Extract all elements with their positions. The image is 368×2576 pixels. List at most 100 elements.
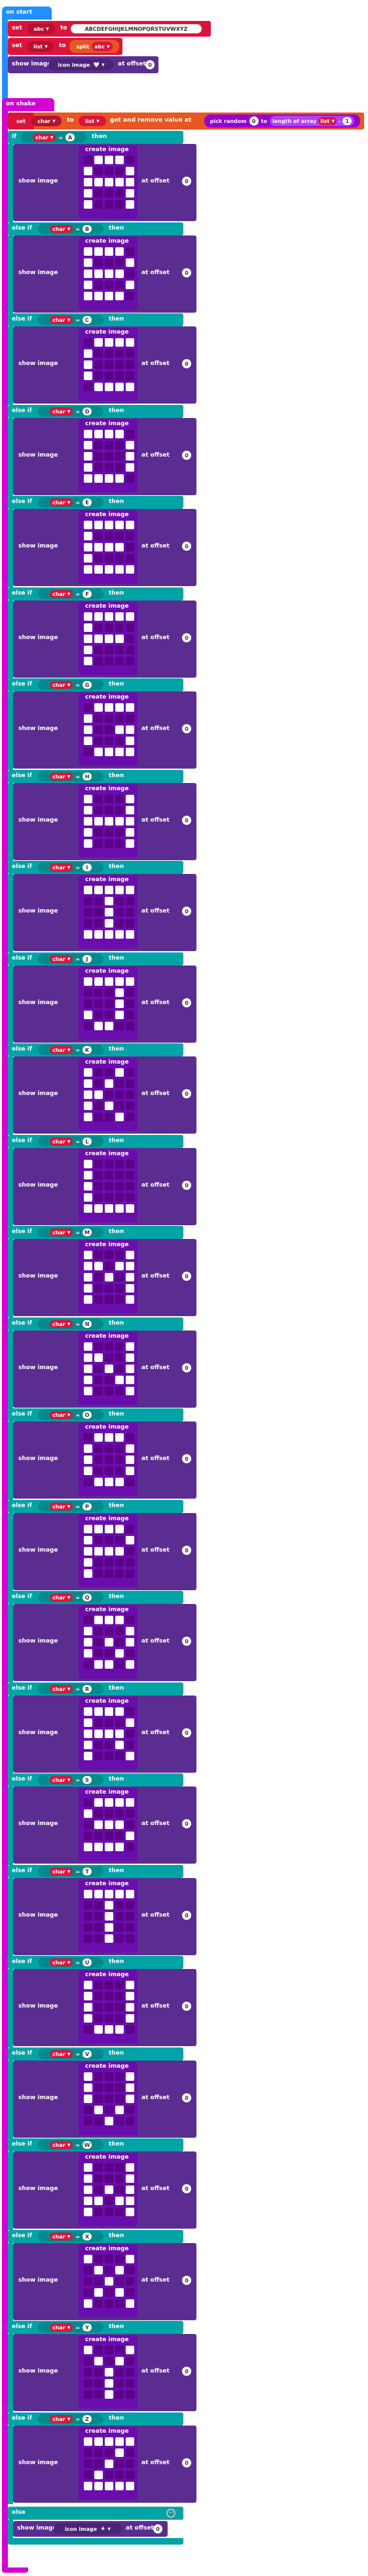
else-if-header[interactable]: else if char ▼ = Xthen <box>8 2230 183 2243</box>
create-image-block[interactable]: create image <box>79 419 138 493</box>
led-off[interactable] <box>126 1707 134 1716</box>
led-matrix[interactable] <box>84 1798 136 1851</box>
create-image-block[interactable]: create image <box>79 2427 138 2500</box>
led-on[interactable] <box>94 383 103 391</box>
offset-input[interactable]: 0 <box>182 1089 191 1098</box>
led-on[interactable] <box>115 1741 124 1749</box>
led-matrix[interactable] <box>84 338 136 391</box>
led-on[interactable] <box>94 1730 103 1738</box>
led-on[interactable] <box>84 1809 92 1818</box>
led-off[interactable] <box>105 1444 113 1453</box>
led-off[interactable] <box>94 828 103 837</box>
led-on[interactable] <box>115 1204 124 1213</box>
led-off[interactable] <box>126 247 134 256</box>
led-on[interactable] <box>84 1365 92 1373</box>
else-if-header[interactable]: else if char ▼ = Vthen <box>8 2047 183 2061</box>
led-off[interactable] <box>105 1090 113 1099</box>
show-image-block[interactable]: show image at offset 0 create image <box>13 1239 196 1316</box>
led-off[interactable] <box>126 2288 134 2297</box>
led-off[interactable] <box>115 2185 124 2194</box>
led-on[interactable] <box>84 247 92 256</box>
led-on[interactable] <box>105 1478 113 1486</box>
letter-literal[interactable]: E <box>83 498 92 506</box>
led-on[interactable] <box>115 2482 124 2490</box>
equals-condition[interactable]: char ▼ = L <box>38 1136 103 1147</box>
show-image-block[interactable]: show image at offset 0 create image <box>13 966 196 1043</box>
led-off[interactable] <box>105 2072 113 2081</box>
led-off[interactable] <box>84 2448 92 2457</box>
led-on[interactable] <box>126 565 134 574</box>
led-off[interactable] <box>84 1478 92 1486</box>
led-off[interactable] <box>94 1193 103 1202</box>
led-off[interactable] <box>94 1284 103 1293</box>
create-image-block[interactable]: create image <box>79 875 138 949</box>
led-off[interactable] <box>105 1558 113 1567</box>
create-image-block[interactable]: create image <box>79 967 138 1040</box>
letter-literal[interactable]: L <box>83 1138 92 1145</box>
led-on[interactable] <box>126 703 134 712</box>
led-on[interactable] <box>105 1820 113 1829</box>
led-off[interactable] <box>115 349 124 358</box>
led-off[interactable] <box>126 1433 134 1442</box>
led-on[interactable] <box>126 1376 134 1384</box>
char-var-reporter[interactable]: char ▼ <box>49 955 73 963</box>
list-var-reporter[interactable]: list ▼ <box>79 116 106 126</box>
led-on[interactable] <box>126 2185 134 2194</box>
remove-else-icon[interactable]: − <box>166 2509 175 2518</box>
else-if-header[interactable]: else if char ▼ = Jthen <box>8 952 183 966</box>
letter-literal[interactable]: U <box>83 1958 92 1966</box>
led-off[interactable] <box>94 1171 103 1179</box>
led-on[interactable] <box>94 521 103 529</box>
else-if-header[interactable]: else if char ▼ = Ethen <box>8 496 183 509</box>
led-off[interactable] <box>94 1912 103 1921</box>
char-var-reporter[interactable]: char ▼ <box>49 863 73 871</box>
led-on[interactable] <box>84 1193 92 1202</box>
led-on[interactable] <box>84 1342 92 1351</box>
led-on[interactable] <box>84 1547 92 1556</box>
led-on[interactable] <box>94 1262 103 1270</box>
create-image-block[interactable]: create image <box>79 693 138 766</box>
char-var-reporter[interactable]: char ▼ <box>49 408 73 415</box>
led-on[interactable] <box>126 200 134 209</box>
led-on[interactable] <box>105 1616 113 1624</box>
led-off[interactable] <box>94 1718 103 1727</box>
led-on[interactable] <box>84 360 92 369</box>
led-on[interactable] <box>126 806 134 814</box>
char-var-reporter[interactable]: char ▼ <box>49 1958 73 1966</box>
led-off[interactable] <box>94 463 103 472</box>
led-on[interactable] <box>126 383 134 391</box>
led-on[interactable] <box>115 383 124 391</box>
led-off[interactable] <box>126 1090 134 1099</box>
equals-condition[interactable]: char ▼ = D <box>38 406 103 417</box>
led-off[interactable] <box>84 338 92 347</box>
led-off[interactable] <box>115 532 124 540</box>
led-off[interactable] <box>115 737 124 745</box>
led-on[interactable] <box>105 2379 113 2388</box>
led-on[interactable] <box>94 2471 103 2479</box>
led-on[interactable] <box>84 167 92 175</box>
led-matrix[interactable] <box>84 2072 136 2125</box>
led-on[interactable] <box>115 521 124 529</box>
led-off[interactable] <box>115 2003 124 2011</box>
led-off[interactable] <box>126 2117 134 2125</box>
led-off[interactable] <box>94 737 103 745</box>
led-on[interactable] <box>84 2185 92 2194</box>
show-image-block[interactable]: show image at offset 0 create image <box>13 2334 196 2411</box>
led-on[interactable] <box>105 1079 113 1088</box>
led-on[interactable] <box>94 817 103 826</box>
led-off[interactable] <box>126 908 134 916</box>
led-off[interactable] <box>105 1262 113 1270</box>
led-on[interactable] <box>126 817 134 826</box>
led-off[interactable] <box>94 2072 103 2081</box>
led-matrix[interactable] <box>84 521 136 574</box>
show-image-block[interactable]: show image at offset 0 create image <box>13 1696 196 1773</box>
led-on[interactable] <box>84 1890 92 1898</box>
led-on[interactable] <box>94 1022 103 1030</box>
show-image-block[interactable]: show image at offset 0 create image <box>13 1878 196 1955</box>
led-on[interactable] <box>84 1182 92 1191</box>
led-off[interactable] <box>84 1433 92 1442</box>
led-off[interactable] <box>105 1113 113 1121</box>
led-off[interactable] <box>115 2163 124 2172</box>
led-off[interactable] <box>115 1923 124 1932</box>
equals-condition[interactable]: char ▼ = J <box>38 954 103 964</box>
